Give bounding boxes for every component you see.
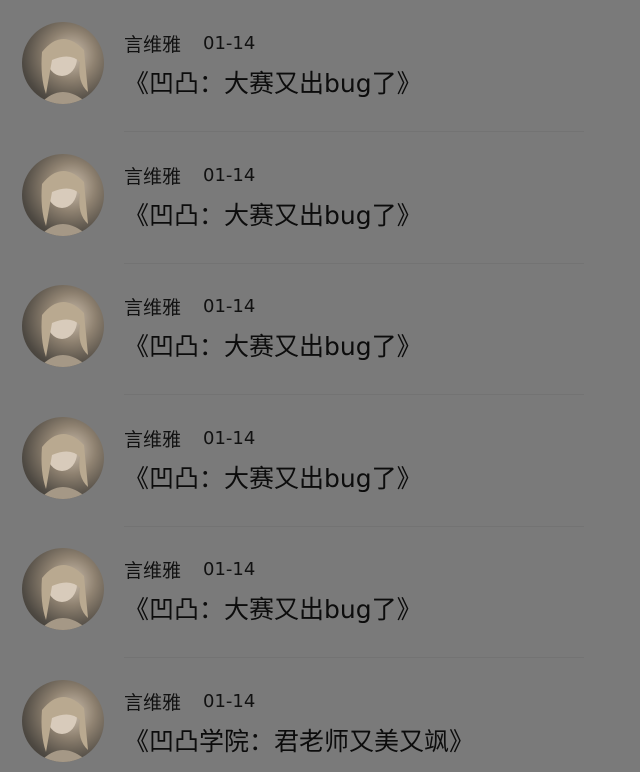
item-meta: 言维雅 01-14	[124, 425, 255, 451]
avatar[interactable]	[22, 417, 104, 499]
author-name: 言维雅	[124, 296, 182, 319]
article-title[interactable]: 《凹凸：大赛又出bug了》	[124, 64, 422, 100]
author-name: 言维雅	[124, 691, 182, 714]
post-date: 01-14	[203, 690, 256, 712]
list-item[interactable]: 言维雅 01-14 《凹凸学院：君老师又美又飒》	[0, 658, 640, 772]
article-title[interactable]: 《凹凸：大赛又出bug了》	[124, 327, 422, 363]
avatar-portrait-icon	[40, 564, 88, 630]
article-list: 言维雅 01-14 《凹凸：大赛又出bug了》 言维雅 01-14 《凹凸：大赛…	[0, 0, 640, 772]
post-date: 01-14	[203, 295, 256, 317]
avatar[interactable]	[22, 22, 104, 104]
avatar-portrait-icon	[40, 301, 88, 367]
item-meta: 言维雅 01-14	[124, 293, 255, 319]
post-date: 01-14	[203, 558, 256, 580]
avatar[interactable]	[22, 548, 104, 630]
list-item[interactable]: 言维雅 01-14 《凹凸：大赛又出bug了》	[0, 395, 640, 527]
list-item[interactable]: 言维雅 01-14 《凹凸：大赛又出bug了》	[0, 263, 640, 395]
avatar[interactable]	[22, 154, 104, 236]
post-date: 01-14	[203, 32, 256, 54]
avatar-portrait-icon	[40, 170, 88, 236]
avatar[interactable]	[22, 680, 104, 762]
post-date: 01-14	[203, 427, 256, 449]
article-title[interactable]: 《凹凸学院：君老师又美又飒》	[124, 722, 474, 758]
list-item[interactable]: 言维雅 01-14 《凹凸：大赛又出bug了》	[0, 0, 640, 132]
item-meta: 言维雅 01-14	[124, 162, 255, 188]
item-meta: 言维雅 01-14	[124, 556, 255, 582]
list-item[interactable]: 言维雅 01-14 《凹凸：大赛又出bug了》	[0, 526, 640, 658]
avatar[interactable]	[22, 285, 104, 367]
list-item[interactable]: 言维雅 01-14 《凹凸：大赛又出bug了》	[0, 132, 640, 264]
item-meta: 言维雅 01-14	[124, 30, 255, 56]
avatar-portrait-icon	[40, 38, 88, 104]
avatar-portrait-icon	[40, 696, 88, 762]
article-title[interactable]: 《凹凸：大赛又出bug了》	[124, 459, 422, 495]
avatar-portrait-icon	[40, 433, 88, 499]
post-date: 01-14	[203, 164, 256, 186]
author-name: 言维雅	[124, 33, 182, 56]
author-name: 言维雅	[124, 165, 182, 188]
item-meta: 言维雅 01-14	[124, 688, 255, 714]
article-title[interactable]: 《凹凸：大赛又出bug了》	[124, 196, 422, 232]
author-name: 言维雅	[124, 559, 182, 582]
author-name: 言维雅	[124, 428, 182, 451]
article-title[interactable]: 《凹凸：大赛又出bug了》	[124, 590, 422, 626]
